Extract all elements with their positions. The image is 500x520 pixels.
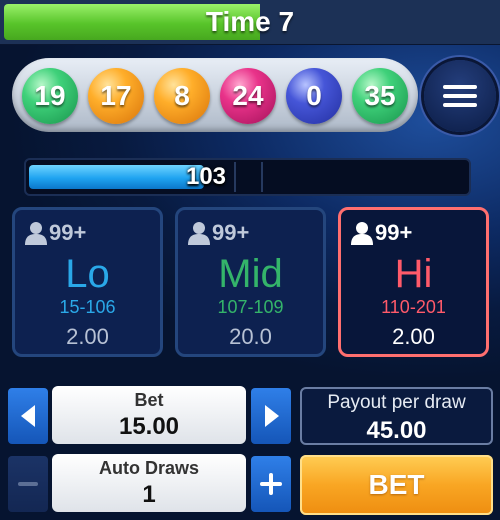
auto-draws-decrease-button[interactable] [8, 456, 48, 512]
person-icon [188, 222, 210, 245]
option-mid[interactable]: 99+ Mid 107-109 20.0 [175, 207, 326, 357]
option-range: 110-201 [381, 297, 446, 317]
ball: 19 [22, 68, 78, 124]
players-count-text: 99+ [212, 220, 250, 245]
person-icon [25, 222, 47, 245]
ball: 24 [220, 68, 276, 124]
arrow-right-icon [265, 405, 279, 427]
players-count: 99+ [351, 220, 412, 246]
minus-icon [18, 482, 38, 486]
players-count-text: 99+ [49, 220, 87, 245]
option-name: Hi [394, 252, 433, 296]
option-name: Mid [218, 252, 283, 296]
payout-value: 45.00 [366, 417, 427, 444]
total-progress-bar: 103 [24, 158, 471, 196]
arrow-left-icon [21, 405, 35, 427]
round-timer-bar: Time 7 [0, 0, 500, 45]
players-count: 99+ [25, 220, 86, 246]
option-range: 107-109 [217, 297, 284, 317]
players-count: 99+ [188, 220, 249, 246]
auto-draws-field[interactable]: Auto Draws 1 [52, 454, 246, 512]
option-odds: 20.0 [229, 324, 272, 349]
range-marker [261, 162, 263, 192]
option-odds: 2.00 [66, 324, 109, 349]
ball: 0 [286, 68, 342, 124]
option-lo[interactable]: 99+ Lo 15-106 2.00 [12, 207, 163, 357]
auto-draws-value: 1 [142, 481, 156, 508]
bet-label: Bet [134, 390, 164, 410]
bet-value: 15.00 [118, 413, 180, 440]
auto-draws-label: Auto Draws [98, 458, 199, 478]
option-name: Lo [65, 252, 110, 296]
ball: 8 [154, 68, 210, 124]
timer-label: Time 7 [205, 6, 295, 37]
ball: 35 [352, 68, 408, 124]
option-range: 15-106 [59, 297, 116, 317]
payout-label: Payout per draw [327, 392, 466, 413]
ball: 17 [88, 68, 144, 124]
bet-decrease-button[interactable] [8, 388, 48, 444]
progress-value: 103 [185, 163, 227, 190]
payout-display: Payout per draw 45.00 [300, 387, 493, 445]
drawn-balls-tray: 19 17 8 24 0 35 [12, 58, 418, 132]
person-icon [351, 222, 373, 245]
option-hi[interactable]: 99+ Hi 110-201 2.00 [338, 207, 489, 357]
option-odds: 2.00 [392, 324, 435, 349]
auto-draws-increase-button[interactable] [251, 456, 291, 512]
bet-increase-button[interactable] [251, 388, 291, 444]
menu-button[interactable] [424, 60, 496, 132]
bet-amount-field[interactable]: Bet 15.00 [52, 386, 246, 444]
players-count-text: 99+ [375, 220, 413, 245]
bet-button[interactable]: BET [300, 455, 493, 515]
